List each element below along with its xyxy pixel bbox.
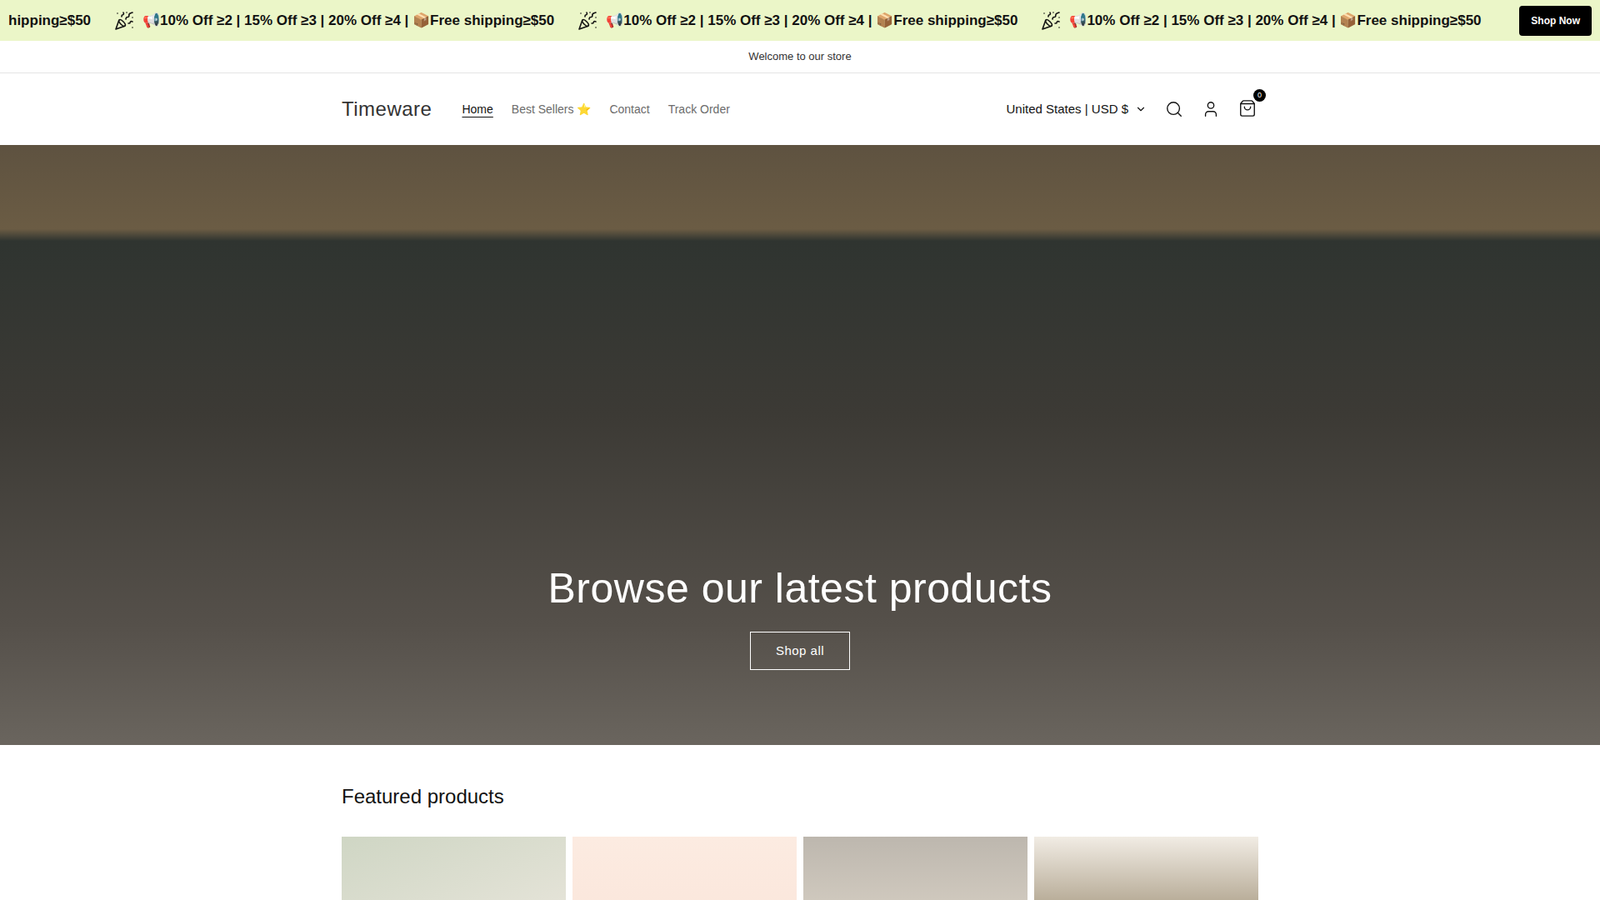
hero-title: Browse our latest products [548,563,1053,614]
party-popper-icon [1040,10,1061,31]
announcement-text: 📢10% Off ≥2 | 15% Off ≥3 | 20% Off ≥4 | … [1069,10,1481,32]
announcement-item: 📢10% Off ≥2 | 15% Off ≥3 | 20% Off ≥4 | … [1040,10,1481,32]
cart-button[interactable]: 0 [1238,99,1259,120]
nav-link[interactable]: Contact [609,100,650,119]
welcome-bar: Welcome to our store [0,40,1600,74]
cart-icon [1238,99,1257,118]
shop-now-button[interactable]: Shop Now [1519,5,1592,36]
main-nav: Home Best Sellers ⭐ Contact Track Order [461,100,730,119]
section-title: Featured products [341,781,1259,812]
shop-all-button[interactable]: Shop all [750,631,850,670]
product-card[interactable] [1034,836,1259,900]
product-card[interactable] [341,836,566,900]
announcement-bar: hipping≥$50 📢10% Off ≥2 | 15% Off ≥3 | 20… [0,0,1600,41]
cart-count-badge: 0 [1253,89,1266,102]
account-icon[interactable] [1201,100,1220,119]
party-popper-icon [114,10,135,31]
nav-link[interactable]: Home [461,100,493,119]
nav-link[interactable]: Best Sellers ⭐ [511,100,592,119]
announcement-marquee: hipping≥$50 📢10% Off ≥2 | 15% Off ≥3 | 20… [0,10,1520,32]
featured-products: Featured products [341,745,1259,900]
header: Timeware Home Best Sellers ⭐ Contact Track O… [0,73,1600,145]
announcement-item: 📢10% Off ≥2 | 15% Off ≥3 | 20% Off ≥4 | … [577,10,1018,32]
logo[interactable]: Timeware [341,94,432,125]
hero-banner: Browse our latest products Shop all [0,145,1600,745]
page: hipping≥$50 📢10% Off ≥2 | 15% Off ≥3 | 20… [0,0,1600,900]
welcome-text: Welcome to our store [748,48,851,65]
announcement-text: 📢10% Off ≥2 | 15% Off ≥3 | 20% Off ≥4 | … [142,10,555,32]
product-card[interactable] [572,836,797,900]
announcement-text: hipping≥$50 [8,10,91,32]
party-popper-icon [577,10,598,31]
announcement-text: 📢10% Off ≥2 | 15% Off ≥3 | 20% Off ≥4 | … [605,10,1018,32]
search-icon[interactable] [1165,100,1184,119]
product-card[interactable] [803,836,1028,900]
locale-selector[interactable]: United States | USD $ [1006,100,1147,120]
chevron-down-icon [1135,103,1147,115]
nav-link[interactable]: Track Order [668,100,730,119]
announcement-item: 📢10% Off ≥2 | 15% Off ≥3 | 20% Off ≥4 | … [114,10,555,32]
